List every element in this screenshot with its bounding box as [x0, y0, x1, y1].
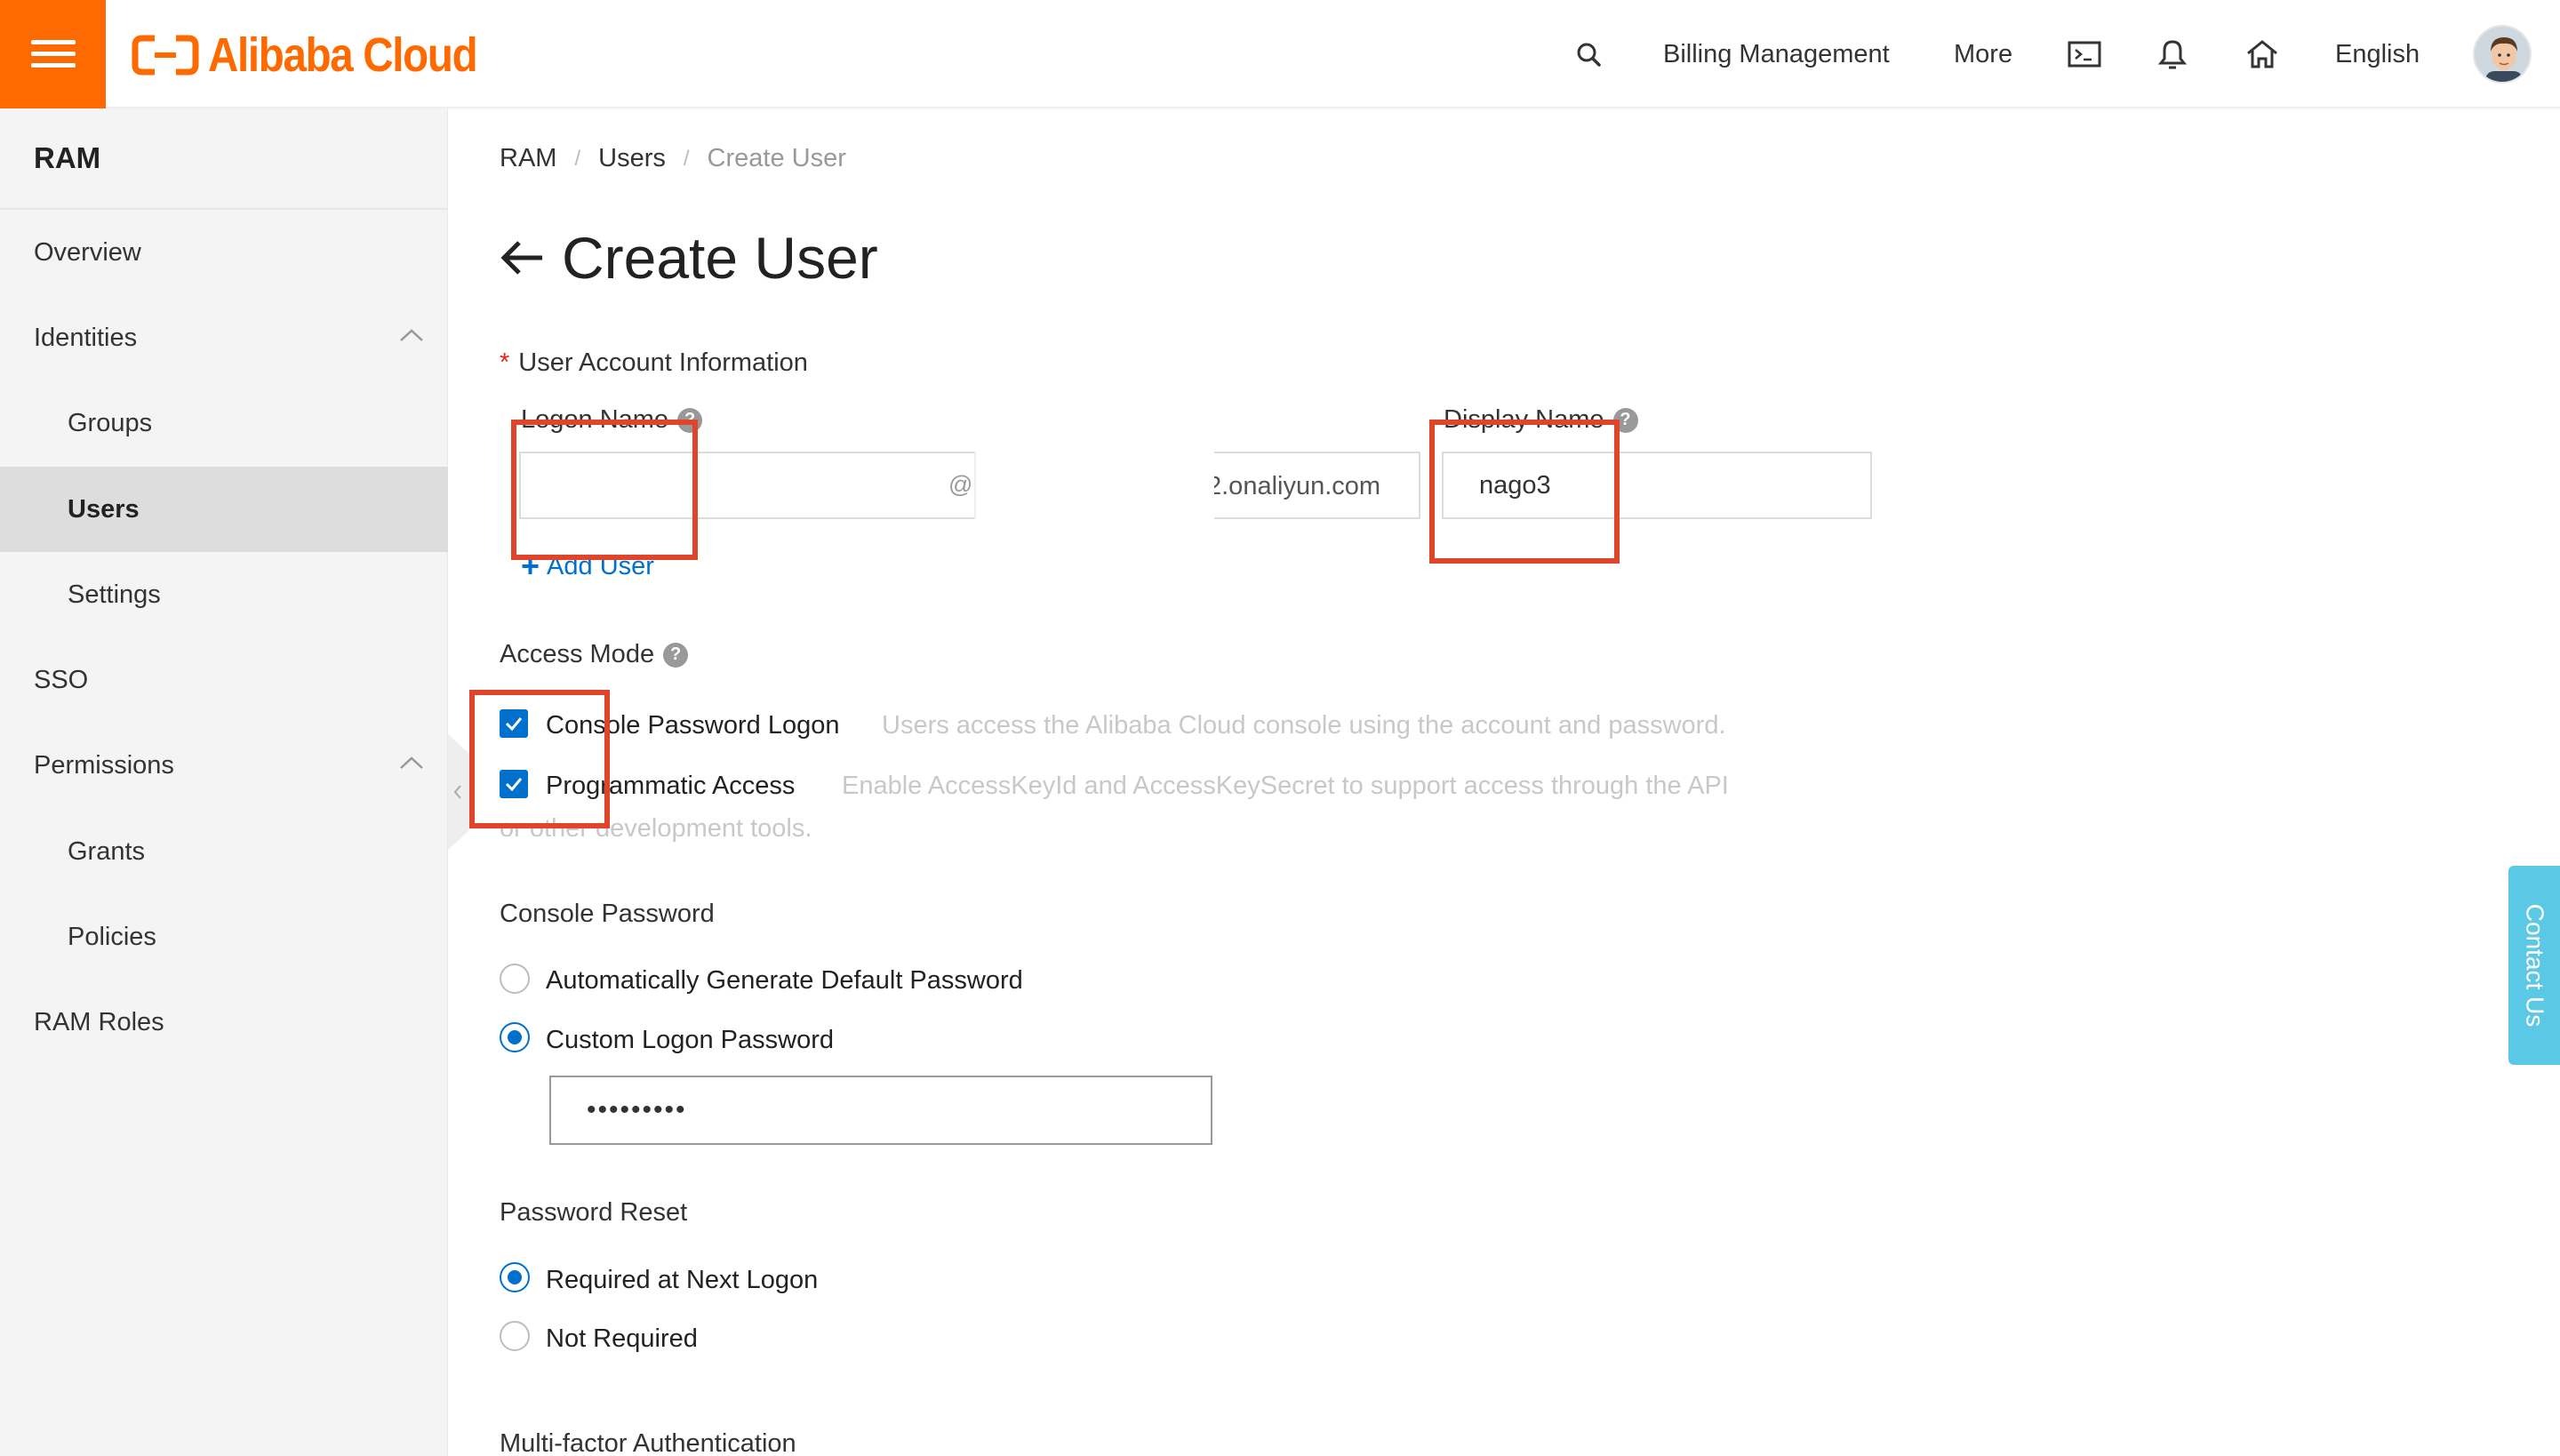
breadcrumb: RAM / Users / Create User — [500, 144, 846, 173]
sidebar-item-label: Permissions — [34, 750, 174, 780]
main-content: RAM / Users / Create User Create User * … — [448, 108, 2560, 1456]
page-title-row: Create User — [500, 224, 878, 292]
auto-password-radio[interactable] — [500, 964, 530, 994]
password-reset-label: Password Reset — [500, 1198, 687, 1228]
back-button[interactable] — [500, 240, 544, 276]
user-avatar[interactable] — [2473, 25, 2532, 84]
breadcrumb-users[interactable]: Users — [598, 144, 666, 173]
sidebar-title: RAM — [0, 108, 447, 210]
logo-text: Alibaba Cloud — [208, 28, 478, 82]
reset-required-label: Required at Next Logon — [546, 1266, 819, 1294]
sidebar-item-grants[interactable]: Grants — [0, 809, 448, 894]
field-label: Multi-factor Authentication — [500, 1429, 796, 1456]
arrow-left-icon — [500, 241, 542, 275]
password-input[interactable] — [549, 1076, 1212, 1145]
mfa-label: Multi-factor Authentication — [500, 1429, 796, 1456]
highlight-box-access-mode — [469, 690, 610, 828]
breadcrumb-create-user: Create User — [707, 144, 846, 172]
top-bar: Alibaba Cloud Billing Management More En… — [0, 0, 2560, 108]
notifications-button[interactable] — [2158, 0, 2187, 108]
help-icon[interactable]: ? — [663, 642, 689, 668]
sidebar-item-label: Grants — [68, 836, 146, 866]
user-account-info-label: * User Account Information — [500, 348, 808, 378]
sidebar-item-label: Groups — [68, 408, 153, 437]
field-label: Password Reset — [500, 1198, 688, 1227]
contact-us-button[interactable]: Contact Us — [2508, 866, 2560, 1065]
custom-password-label: Custom Logon Password — [546, 1026, 834, 1054]
terminal-icon — [2068, 41, 2101, 68]
sidebar-item-users[interactable]: Users — [0, 467, 448, 552]
chevron-up-icon — [400, 756, 423, 769]
cloud-shell-button[interactable] — [2068, 0, 2101, 108]
section-title: User Account Information — [518, 348, 808, 377]
required-marker: * — [500, 348, 510, 377]
access-mode-label: Access Mode ? — [500, 640, 689, 669]
sidebar-item-settings[interactable]: Settings — [0, 552, 448, 637]
domain-suffix-box: 2.onaliyun.com — [1214, 452, 1420, 519]
sidebar-item-overview[interactable]: Overview — [0, 210, 448, 295]
avatar-icon — [2475, 27, 2530, 82]
chevron-up-icon — [400, 329, 423, 341]
sidebar-item-permissions[interactable]: Permissions — [0, 723, 448, 808]
contact-us-label: Contact Us — [2521, 903, 2548, 1028]
sidebar-item-ram-roles[interactable]: RAM Roles — [0, 980, 448, 1065]
highlight-box-logon-name — [511, 420, 698, 560]
breadcrumb-separator: / — [683, 146, 690, 171]
hamburger-menu-button[interactable] — [0, 0, 106, 108]
field-label: Access Mode — [500, 640, 655, 668]
page-title: Create User — [562, 225, 878, 291]
sidebar-item-groups[interactable]: Groups — [0, 380, 448, 466]
alibaba-cloud-logo[interactable]: Alibaba Cloud — [132, 28, 514, 82]
home-button[interactable] — [2245, 0, 2279, 108]
sidebar-item-label: Users — [68, 494, 140, 524]
reset-not-required-radio[interactable] — [500, 1321, 530, 1351]
billing-management-link[interactable]: Billing Management — [1663, 0, 1890, 108]
breadcrumb-ram[interactable]: RAM — [500, 144, 556, 173]
reset-required-radio[interactable] — [500, 1262, 530, 1292]
hamburger-icon — [30, 40, 76, 68]
sidebar-item-label: RAM Roles — [34, 1007, 164, 1036]
reset-not-required-label: Not Required — [546, 1324, 698, 1353]
field-label: Console Password — [500, 900, 715, 928]
highlight-box-display-name — [1429, 420, 1620, 564]
sidebar-item-label: Identities — [34, 323, 138, 352]
auto-password-label: Automatically Generate Default Password — [546, 966, 1023, 995]
at-sign: @ — [948, 471, 973, 498]
search-button[interactable] — [1575, 0, 1602, 108]
console-password-label: Console Password — [500, 900, 715, 929]
sidebar: RAM Overview Identities Groups Users Set… — [0, 108, 448, 1456]
password-field[interactable] — [551, 1095, 1211, 1125]
language-selector[interactable]: English — [2335, 0, 2420, 108]
input-divider — [974, 452, 976, 519]
sidebar-item-label: SSO — [34, 665, 89, 694]
programmatic-access-description: Enable AccessKeyId and AccessKeySecret t… — [842, 772, 1729, 800]
sidebar-item-label: Policies — [68, 922, 156, 951]
sidebar-item-identities[interactable]: Identities — [0, 295, 448, 380]
search-icon — [1577, 43, 1601, 67]
bell-icon — [2158, 40, 2187, 69]
sidebar-item-sso[interactable]: SSO — [0, 637, 448, 723]
domain-suffix: 2.onaliyun.com — [1214, 472, 1381, 500]
breadcrumb-separator: / — [574, 146, 581, 171]
sidebar-item-label: Settings — [68, 580, 161, 609]
more-menu[interactable]: More — [1954, 0, 2012, 108]
alibaba-cloud-logo-icon — [132, 35, 199, 76]
custom-password-radio[interactable] — [500, 1022, 530, 1052]
console-logon-description: Users access the Alibaba Cloud console u… — [882, 711, 1726, 740]
home-icon — [2247, 40, 2277, 68]
sidebar-item-label: Overview — [34, 237, 141, 267]
sidebar-item-policies[interactable]: Policies — [0, 894, 448, 980]
